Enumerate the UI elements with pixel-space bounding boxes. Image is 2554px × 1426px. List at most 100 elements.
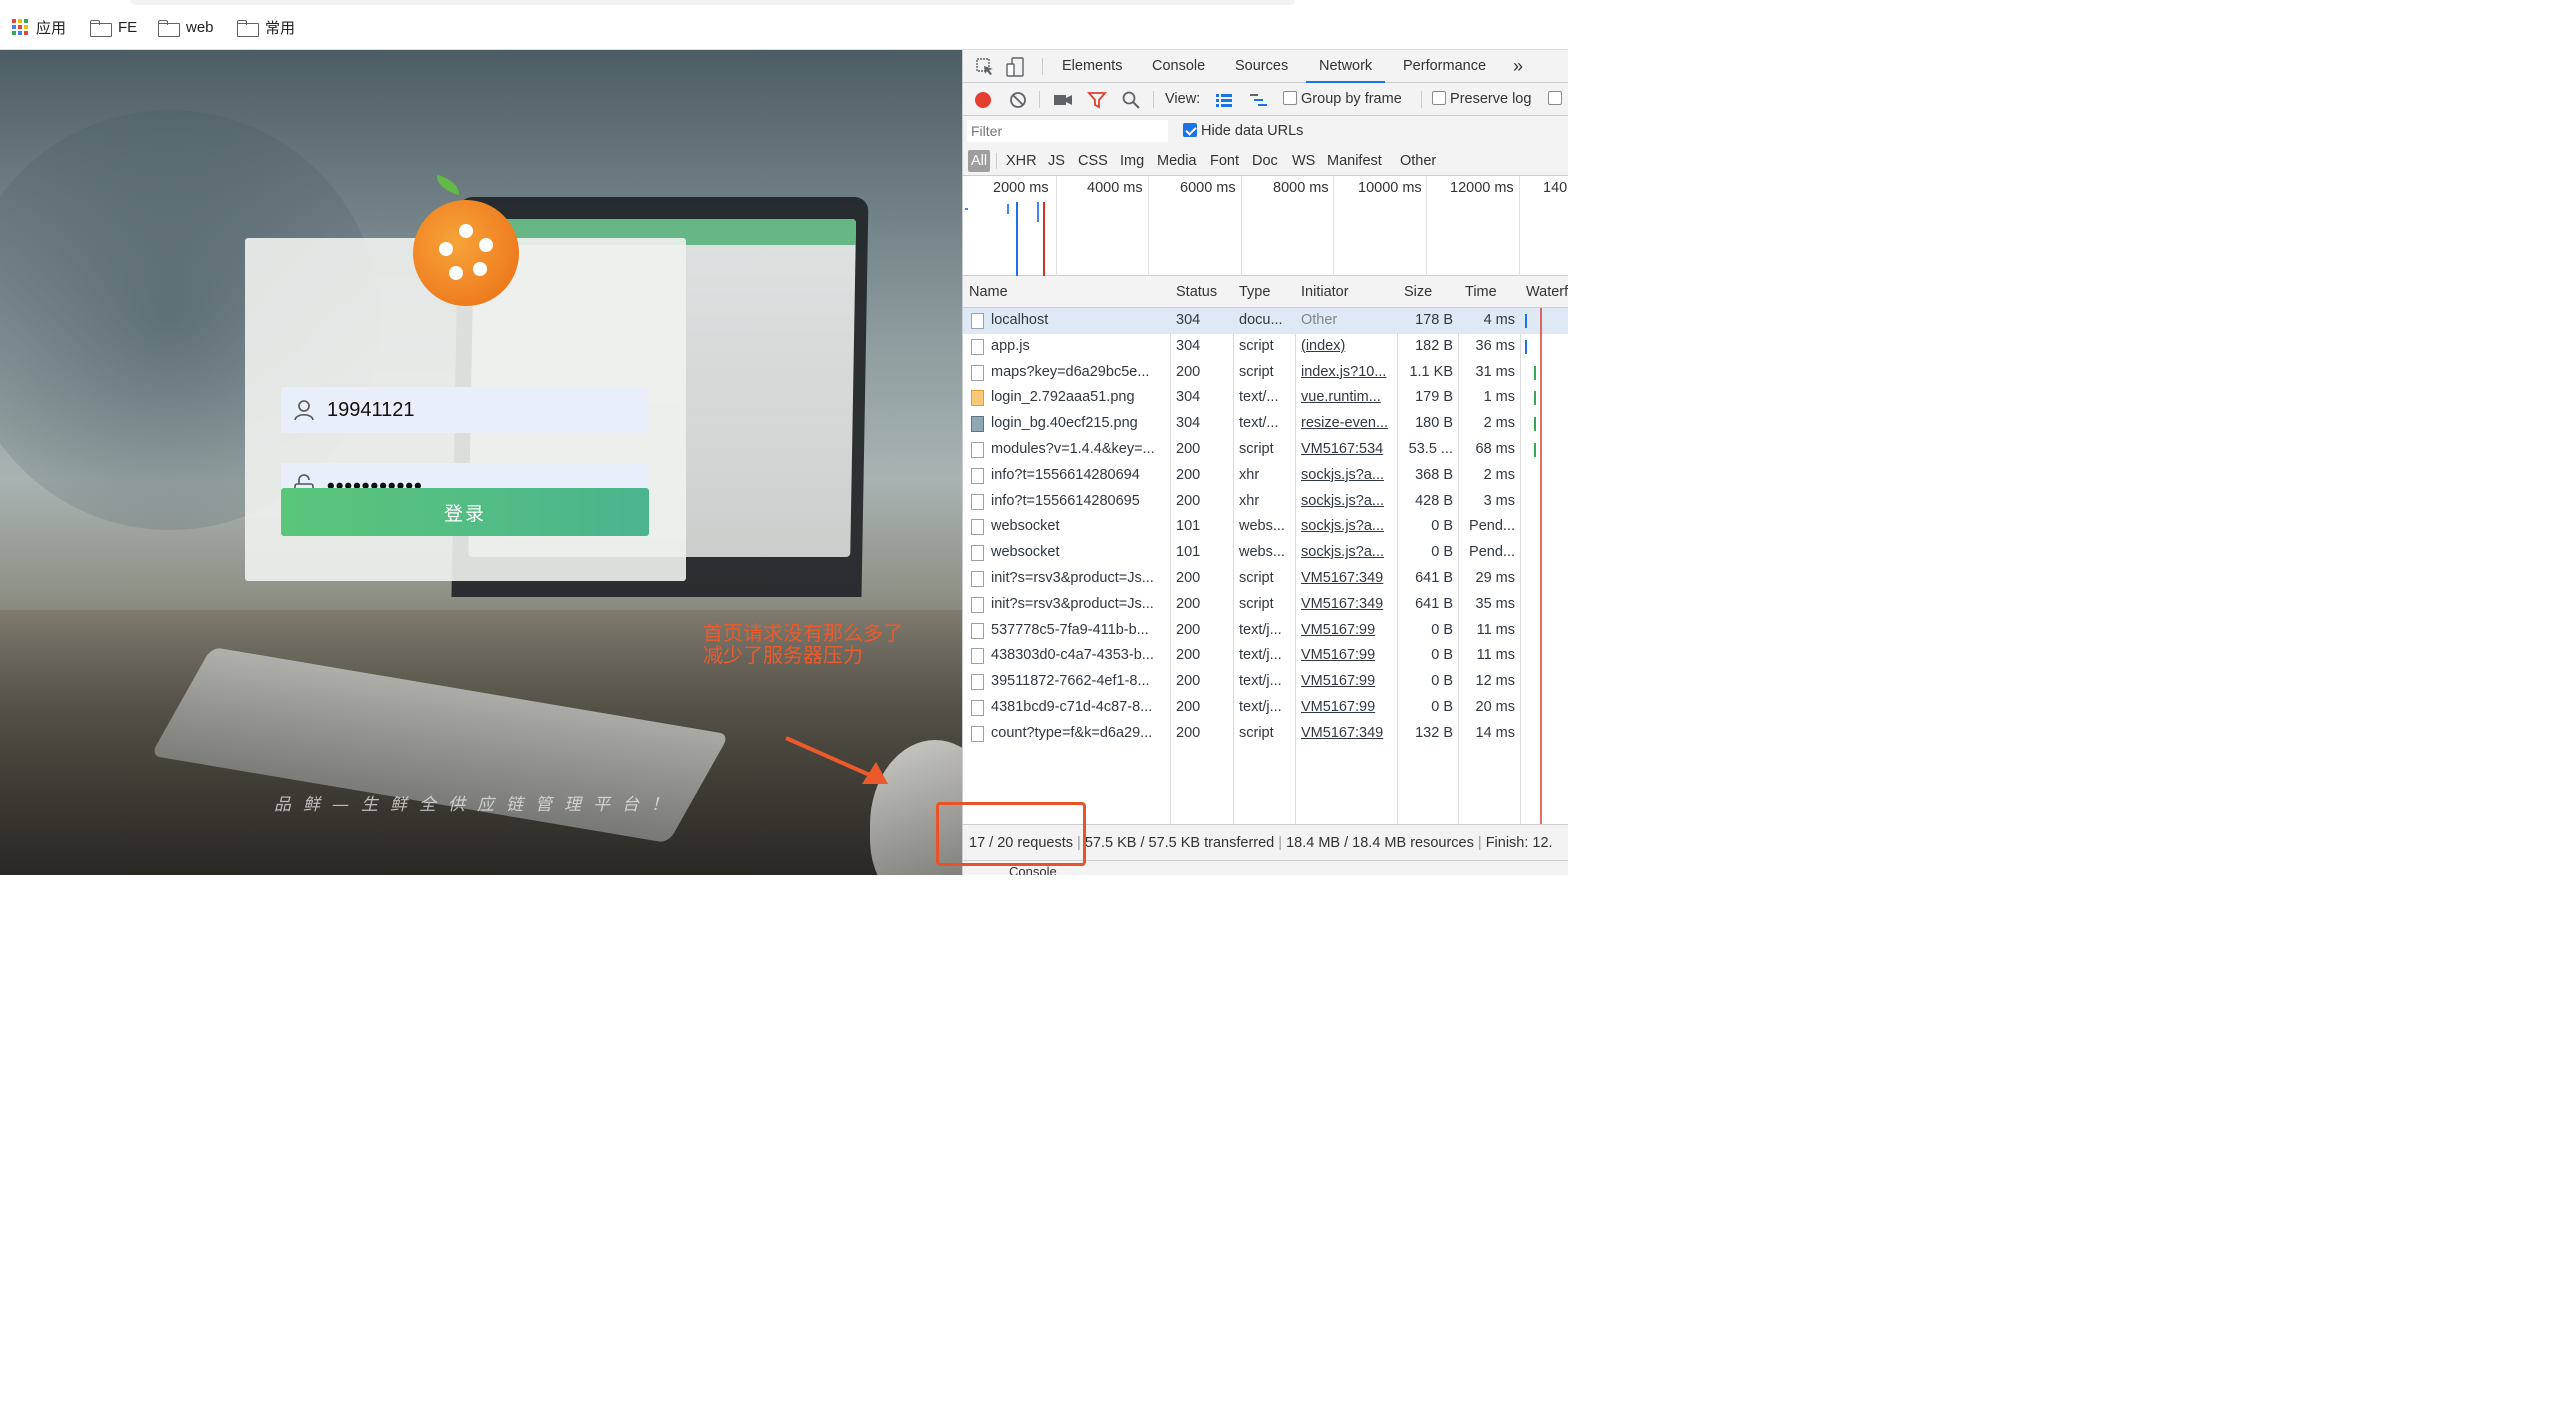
table-row[interactable]: 39511872-7662-4ef1-8... 200 text/j... VM516…	[963, 669, 1568, 695]
search-icon[interactable]	[1121, 90, 1141, 110]
request-initiator[interactable]: sockjs.js?a...	[1301, 514, 1393, 540]
filter-funnel-icon[interactable]	[1087, 90, 1107, 110]
hide-data-urls-checkbox[interactable]	[1183, 123, 1197, 137]
request-name[interactable]: websocket	[991, 514, 1165, 540]
table-row[interactable]: info?t=1556614280694 200 xhr sockjs.js?a...…	[963, 463, 1568, 489]
request-name[interactable]: 438303d0-c4a7-4353-b...	[991, 643, 1165, 669]
record-icon[interactable]	[973, 90, 993, 110]
request-name[interactable]: info?t=1556614280695	[991, 489, 1165, 515]
request-name[interactable]: info?t=1556614280694	[991, 463, 1165, 489]
type-font[interactable]: Font	[1207, 150, 1242, 172]
large-rows-list-icon[interactable]	[1214, 90, 1234, 110]
device-toolbar-icon[interactable]	[1006, 57, 1026, 77]
type-media[interactable]: Media	[1154, 150, 1200, 172]
request-name[interactable]: app.js	[991, 334, 1165, 360]
preserve-log-checkbox[interactable]	[1432, 91, 1446, 105]
network-overview-timeline[interactable]: 2000 ms 4000 ms 6000 ms 8000 ms 10000 ms…	[963, 176, 1568, 276]
request-name[interactable]: localhost	[991, 308, 1165, 334]
column-header-time[interactable]: Time	[1465, 276, 1497, 308]
table-row[interactable]: count?type=f&k=d6a29... 200 script VM5167:3…	[963, 721, 1568, 747]
bookmark-apps[interactable]: 应用	[12, 17, 66, 37]
tab-console[interactable]: Console	[1152, 50, 1205, 83]
hide-data-urls-toggle[interactable]: Hide data URLs	[1183, 116, 1303, 146]
table-row[interactable]: 438303d0-c4a7-4353-b... 200 text/j... VM516…	[963, 643, 1568, 669]
table-row[interactable]: maps?key=d6a29bc5e... 200 script index.js?1…	[963, 360, 1568, 386]
filter-input[interactable]	[967, 120, 1168, 142]
request-initiator[interactable]: VM5167:99	[1301, 669, 1393, 695]
request-initiator[interactable]: VM5167:349	[1301, 721, 1393, 747]
table-row[interactable]: login_bg.40ecf215.png 304 text/... resize-e…	[963, 411, 1568, 437]
tab-elements[interactable]: Elements	[1062, 50, 1122, 83]
request-initiator[interactable]: (index)	[1301, 334, 1393, 360]
tab-performance[interactable]: Performance	[1403, 50, 1486, 83]
table-row[interactable]: 4381bcd9-c71d-4c87-8... 200 text/j... VM516…	[963, 695, 1568, 721]
preserve-log-toggle[interactable]: Preserve log	[1432, 83, 1531, 116]
request-name[interactable]: modules?v=1.4.4&key=...	[991, 437, 1165, 463]
username-input[interactable]	[327, 398, 627, 422]
table-row[interactable]: info?t=1556614280695 200 xhr sockjs.js?a...…	[963, 489, 1568, 515]
table-row[interactable]: 537778c5-7fa9-411b-b... 200 text/j... VM516…	[963, 618, 1568, 644]
request-name[interactable]: 537778c5-7fa9-411b-b...	[991, 618, 1165, 644]
table-row[interactable]: localhost 304 docu... Other 178 B 4 ms	[963, 308, 1568, 334]
table-row[interactable]: app.js 304 script (index) 182 B 36 ms	[963, 334, 1568, 360]
type-xhr[interactable]: XHR	[1003, 150, 1040, 172]
group-by-frame-checkbox[interactable]	[1283, 91, 1297, 105]
type-js[interactable]: JS	[1045, 150, 1068, 172]
column-header-waterfall[interactable]: Waterf	[1526, 276, 1568, 308]
type-ws[interactable]: WS	[1289, 150, 1318, 172]
request-initiator[interactable]: sockjs.js?a...	[1301, 540, 1393, 566]
request-name[interactable]: count?type=f&k=d6a29...	[991, 721, 1165, 747]
request-name[interactable]: 39511872-7662-4ef1-8...	[991, 669, 1165, 695]
table-row[interactable]: websocket 101 webs... sockjs.js?a... 0 B Pend…	[963, 540, 1568, 566]
bookmark-folder-web[interactable]: web	[158, 17, 214, 37]
disable-cache-toggle[interactable]	[1548, 83, 1562, 116]
group-by-frame-toggle[interactable]: Group by frame	[1283, 83, 1402, 116]
type-other[interactable]: Other	[1397, 150, 1439, 172]
inspect-element-icon[interactable]	[975, 57, 995, 77]
table-row[interactable]: login_2.792aaa51.png 304 text/... vue.runti…	[963, 385, 1568, 411]
request-initiator[interactable]: sockjs.js?a...	[1301, 463, 1393, 489]
column-header-name[interactable]: Name	[969, 276, 1165, 308]
request-name[interactable]: websocket	[991, 540, 1165, 566]
column-header-size[interactable]: Size	[1404, 276, 1432, 308]
table-row[interactable]: modules?v=1.4.4&key=... 200 script VM5167:5…	[963, 437, 1568, 463]
clear-icon[interactable]	[1008, 90, 1028, 110]
type-manifest[interactable]: Manifest	[1324, 150, 1385, 172]
request-name[interactable]: maps?key=d6a29bc5e...	[991, 360, 1165, 386]
request-initiator[interactable]: index.js?10...	[1301, 360, 1393, 386]
request-name[interactable]: login_2.792aaa51.png	[991, 385, 1165, 411]
bookmark-folder-fe[interactable]: FE	[90, 17, 137, 37]
column-header-status[interactable]: Status	[1176, 276, 1217, 308]
request-initiator[interactable]: VM5167:349	[1301, 592, 1393, 618]
column-header-initiator[interactable]: Initiator	[1301, 276, 1349, 308]
request-name[interactable]: 4381bcd9-c71d-4c87-8...	[991, 695, 1165, 721]
request-initiator[interactable]: resize-even...	[1301, 411, 1393, 437]
request-name[interactable]: login_bg.40ecf215.png	[991, 411, 1165, 437]
type-img[interactable]: Img	[1117, 150, 1147, 172]
column-header-type[interactable]: Type	[1239, 276, 1270, 308]
tab-network[interactable]: Network	[1306, 50, 1386, 83]
table-row[interactable]: websocket 101 webs... sockjs.js?a... 0 B Pend…	[963, 514, 1568, 540]
more-tabs-chevron-icon[interactable]: »	[1513, 50, 1523, 83]
request-name[interactable]: init?s=rsv3&product=Js...	[991, 592, 1165, 618]
request-initiator[interactable]: VM5167:534	[1301, 437, 1393, 463]
request-initiator[interactable]: VM5167:99	[1301, 695, 1393, 721]
waterfall-overview-icon[interactable]	[1249, 90, 1269, 110]
request-initiator[interactable]: VM5167:349	[1301, 566, 1393, 592]
tab-sources[interactable]: Sources	[1235, 50, 1288, 83]
table-row[interactable]: init?s=rsv3&product=Js... 200 script VM5167…	[963, 592, 1568, 618]
request-initiator[interactable]: VM5167:99	[1301, 643, 1393, 669]
type-all[interactable]: All	[968, 150, 991, 172]
request-initiator[interactable]: sockjs.js?a...	[1301, 489, 1393, 515]
request-name[interactable]: init?s=rsv3&product=Js...	[991, 566, 1165, 592]
type-doc[interactable]: Doc	[1249, 150, 1281, 172]
type-css[interactable]: CSS	[1075, 150, 1111, 172]
request-initiator[interactable]: VM5167:99	[1301, 618, 1393, 644]
request-initiator[interactable]: vue.runtim...	[1301, 385, 1393, 411]
bookmark-folder-common[interactable]: 常用	[237, 17, 295, 37]
screenshot-camera-icon[interactable]	[1053, 90, 1073, 110]
username-field[interactable]	[281, 387, 648, 433]
table-row[interactable]: init?s=rsv3&product=Js... 200 script VM5167…	[963, 566, 1568, 592]
disable-cache-checkbox[interactable]	[1548, 91, 1562, 105]
login-button[interactable]: 登录	[281, 488, 649, 536]
